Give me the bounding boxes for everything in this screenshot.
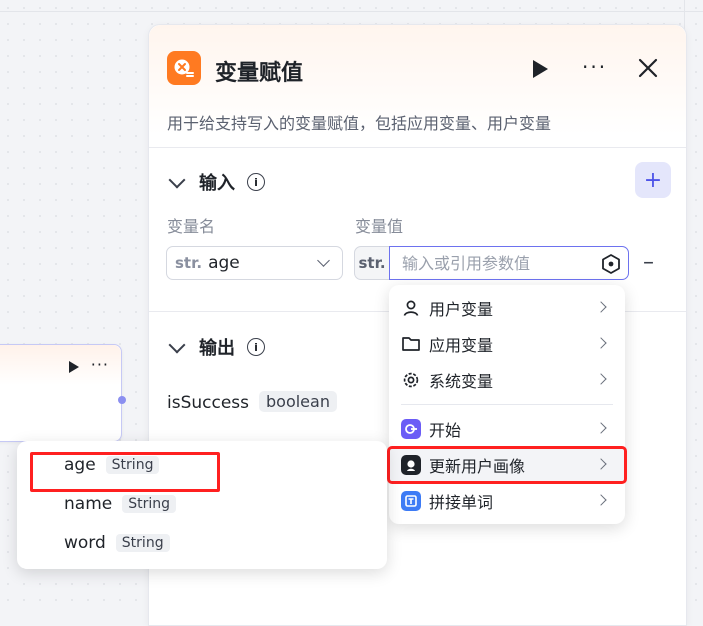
run-icon[interactable] [533, 60, 548, 78]
field-option-word[interactable]: word String [64, 533, 170, 553]
info-icon[interactable]: i [247, 173, 265, 191]
variable-name-label: 变量名 [167, 217, 216, 236]
node-output-port[interactable] [118, 396, 126, 404]
variable-value-field[interactable] [389, 246, 629, 280]
highlight-annotation-box [30, 452, 220, 492]
output-section-header[interactable]: 输出 i [167, 334, 265, 360]
start-node-icon [401, 419, 421, 439]
profile-node-icon [401, 455, 421, 475]
panel-header: 变量赋值 ··· 用于给支持写入的变量赋值，包括应用变量、用户变量 [149, 25, 686, 148]
info-icon[interactable]: i [247, 338, 265, 356]
input-section-header[interactable]: 输入 i [167, 169, 265, 195]
chevron-down-icon [168, 336, 186, 354]
close-icon[interactable] [637, 57, 659, 79]
chevron-right-icon [595, 301, 607, 313]
gear-icon [401, 370, 421, 390]
chevron-down-icon [317, 254, 330, 267]
panel-description: 用于给支持写入的变量赋值，包括应用变量、用户变量 [167, 114, 552, 133]
user-icon [401, 298, 421, 318]
menu-item-label: 拼接单词 [429, 493, 494, 512]
menu-item-system-variables[interactable]: 系统变量 [389, 363, 625, 397]
node-run-icon[interactable] [69, 361, 79, 373]
panel-title: 变量赋值 [215, 61, 304, 86]
variable-value-input[interactable] [400, 252, 594, 274]
remove-variable-button[interactable]: – [643, 250, 654, 275]
chevron-right-icon [595, 494, 607, 506]
field-option-type: String [115, 534, 170, 552]
workflow-node-card[interactable]: ··· [0, 344, 126, 442]
text-node-icon [401, 491, 421, 511]
menu-item-label: 应用变量 [429, 336, 494, 355]
value-type-tag: str. [358, 254, 386, 272]
folder-icon [401, 334, 421, 354]
node-more-icon[interactable]: ··· [91, 355, 109, 374]
variable-assign-icon [167, 51, 201, 85]
chevron-down-icon [168, 171, 186, 189]
menu-item-start-node[interactable]: 开始 [389, 412, 625, 446]
field-option-name[interactable]: name String [64, 494, 176, 514]
menu-item-user-variables[interactable]: 用户变量 [389, 291, 625, 325]
chevron-right-icon [595, 373, 607, 385]
menu-item-app-variables[interactable]: 应用变量 [389, 327, 625, 361]
output-field-type: boolean [259, 391, 337, 412]
value-type-selector[interactable]: str. [354, 246, 390, 280]
menu-item-label: 开始 [429, 421, 462, 440]
menu-divider [401, 404, 613, 405]
node-header: ··· [0, 345, 121, 385]
name-type-tag: str. [175, 254, 203, 272]
chevron-right-icon [595, 337, 607, 349]
field-option-name: name [64, 494, 113, 514]
more-icon[interactable]: ··· [582, 55, 607, 79]
field-option-type: String [122, 495, 176, 513]
variable-name-select[interactable]: str. age [166, 246, 343, 280]
menu-item-update-user-profile[interactable]: 更新用户画像 [387, 446, 627, 484]
output-section-title: 输出 [199, 338, 235, 359]
variable-name-value: age [208, 253, 240, 273]
menu-item-label: 用户变量 [429, 300, 494, 319]
reference-variable-icon[interactable] [600, 253, 622, 279]
output-field-name: isSuccess [167, 393, 250, 413]
chevron-right-icon [595, 458, 607, 470]
variable-source-menu: 用户变量 应用变量 系统变量 开始 更新用户画像 拼接单词 [387, 285, 627, 524]
menu-item-label: 系统变量 [429, 372, 494, 391]
variable-value-label: 变量值 [355, 217, 404, 236]
chevron-right-icon [595, 422, 607, 434]
canvas-top-rule [0, 11, 703, 12]
field-option-name: word [64, 533, 106, 553]
add-variable-button[interactable]: + [635, 162, 671, 198]
menu-item-label: 更新用户画像 [429, 457, 526, 476]
menu-item-concat-words[interactable]: 拼接单词 [389, 484, 625, 518]
input-section-title: 输入 [199, 173, 235, 194]
